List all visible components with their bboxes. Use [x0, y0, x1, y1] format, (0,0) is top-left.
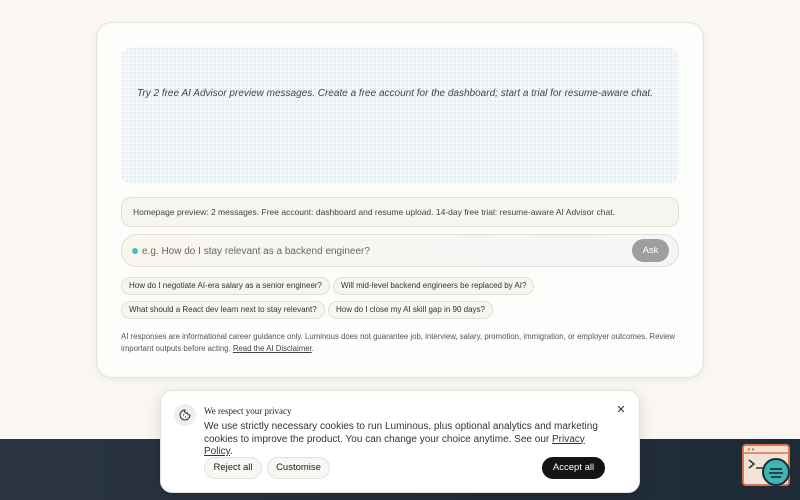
chat-avatar-icon[interactable] [762, 458, 790, 486]
cookie-title: We respect your privacy [204, 406, 292, 416]
close-icon[interactable]: ✕ [615, 404, 627, 416]
disclaimer-text: AI responses are informational career gu… [121, 332, 676, 353]
cookie-icon [174, 404, 196, 426]
suggestion-chip[interactable]: What should a React dev learn next to st… [121, 301, 325, 319]
preview-info-bar: Homepage preview: 2 messages. Free accou… [121, 197, 679, 227]
ai-disclaimer: AI responses are informational career gu… [121, 331, 681, 355]
ai-advisor-card: Try 2 free AI Advisor preview messages. … [96, 22, 704, 378]
suggestion-chip[interactable]: Will mid-level backend engineers be repl… [333, 277, 535, 295]
cookie-description: We use strictly necessary cookies to run… [204, 421, 614, 459]
cookie-body-text: We use strictly necessary cookies to run… [204, 421, 598, 445]
chat-intro-message: Try 2 free AI Advisor preview messages. … [137, 88, 653, 99]
ask-button[interactable]: Ask [632, 239, 669, 262]
cookie-consent-banner: We respect your privacy ✕ We use strictl… [160, 390, 640, 493]
suggestion-chip[interactable]: How do I close my AI skill gap in 90 day… [328, 301, 493, 319]
reject-all-button[interactable]: Reject all [204, 457, 262, 479]
question-input-row: Ask [121, 234, 679, 267]
question-input[interactable] [142, 239, 622, 263]
accept-all-button[interactable]: Accept all [542, 457, 605, 479]
status-dot-icon [132, 248, 138, 254]
ai-disclaimer-link[interactable]: Read the AI Disclaimer [233, 344, 312, 353]
chat-transcript: Try 2 free AI Advisor preview messages. … [121, 47, 679, 184]
customise-button[interactable]: Customise [267, 457, 330, 479]
cookie-body-suffix: . [229, 446, 233, 457]
disclaimer-suffix: . [311, 344, 314, 353]
suggestion-chip[interactable]: How do I negotiate AI-era salary as a se… [121, 277, 331, 295]
